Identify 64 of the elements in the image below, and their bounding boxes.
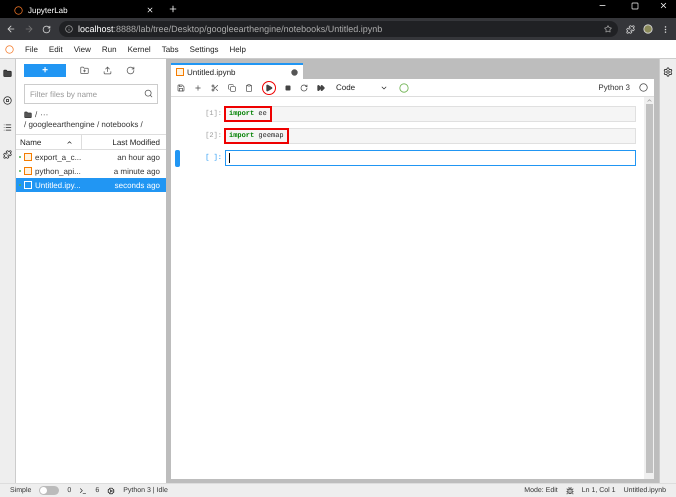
kernel-status-icon [399,82,409,92]
breadcrumb[interactable]: / [35,110,38,119]
new-tab-icon[interactable] [168,4,178,14]
menu-item[interactable]: Kernel [128,44,151,54]
running-icon[interactable] [3,96,12,105]
cell-type-dropdown[interactable]: Code [334,81,390,94]
list-icon[interactable] [3,123,12,132]
avatar-icon[interactable] [643,24,653,34]
file-row[interactable]: python_api... a minute ago [16,164,166,178]
settings-icon[interactable] [663,67,673,77]
back-icon[interactable] [6,24,16,34]
menu-item[interactable]: Edit [48,44,63,54]
folder-icon[interactable] [3,69,12,78]
breadcrumb[interactable]: ··· [40,110,48,119]
search-icon [144,89,153,98]
text-cursor [229,153,230,163]
copy-icon [228,84,236,92]
kernel-name[interactable]: Python 3 [598,83,630,92]
forward-icon[interactable] [24,24,34,34]
folder-icon[interactable] [24,110,32,118]
tab-title: JupyterLab [28,6,68,14]
bookmark-icon[interactable] [604,25,612,33]
menu-item[interactable]: File [25,44,38,54]
maximize-icon[interactable] [631,2,639,10]
clipboard-icon [245,84,253,92]
close-icon[interactable] [659,1,668,10]
menu-item[interactable]: Help [230,44,246,54]
info-icon [65,25,73,33]
terminal-icon [79,486,88,494]
simple-mode-toggle[interactable] [39,486,60,495]
menu-item[interactable]: Run [102,44,117,54]
jupyter-logo-icon [14,6,23,14]
jupyter-logo-icon [5,44,14,54]
scissors-icon [211,84,219,92]
gear-icon [107,486,116,494]
menu-item[interactable]: Tabs [162,44,179,54]
extensions-icon[interactable] [3,150,12,159]
new-folder-icon[interactable] [80,66,89,75]
column-header[interactable]: Last Modified [112,138,160,146]
notebook-icon [176,68,184,76]
kernel-idle-icon [639,83,648,92]
fast-forward-icon [317,84,325,92]
menu-item[interactable]: View [74,44,91,54]
play-icon [265,84,273,92]
code-cell[interactable] [225,150,636,166]
save-icon [177,84,185,92]
reload-icon[interactable] [42,24,51,34]
scrollbar-thumb[interactable] [646,104,652,473]
column-header[interactable]: Name [20,138,42,146]
sort-icon [66,138,73,146]
upload-icon[interactable] [103,66,112,75]
bug-icon [566,486,574,494]
plus-icon [194,84,202,92]
restart-icon [300,84,308,92]
play-button[interactable] [262,80,276,94]
filter-field[interactable]: Filter files by name [24,84,158,104]
refresh-icon[interactable] [126,66,135,75]
close-icon[interactable] [146,6,154,14]
breadcrumb-path[interactable]: / googleearthengine / notebooks / [16,119,166,134]
menu-item[interactable]: Settings [190,44,219,54]
address-field[interactable]: localhost:8888/lab/tree/Desktop/googleearthengine/notebooks/Untitled.ipynb [59,21,618,37]
file-row[interactable]: export_a_c... an hour ago [16,150,166,164]
square-icon [285,84,291,90]
notebook-tab[interactable]: Untitled.ipynb [171,63,303,79]
